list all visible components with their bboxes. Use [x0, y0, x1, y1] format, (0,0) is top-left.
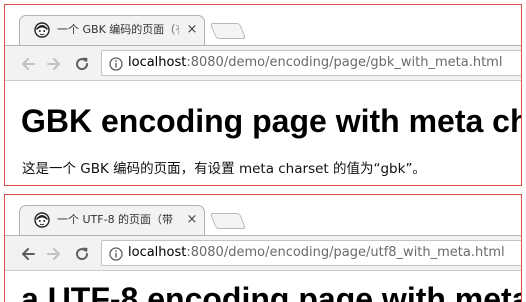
- address-bar[interactable]: localhost:8080/demo/encoding/page/gbk_wi…: [101, 50, 521, 76]
- address-bar[interactable]: localhost:8080/demo/encoding/page/utf8_w…: [101, 240, 521, 266]
- user-face-icon: [34, 212, 50, 228]
- user-face-icon: [34, 22, 50, 38]
- url-path: :8080/demo/encoding/page/utf8_with_meta.…: [186, 245, 505, 260]
- new-tab-button[interactable]: [209, 23, 247, 39]
- tab-close-icon[interactable]: ×: [185, 212, 199, 227]
- reload-icon[interactable]: [73, 245, 91, 263]
- tab-title: 一个 GBK 编码的页面（有: [57, 23, 179, 36]
- info-icon[interactable]: [109, 56, 123, 71]
- tab-title-fade: [170, 19, 184, 39]
- url-host: localhost: [128, 55, 187, 70]
- new-tab-button[interactable]: [209, 213, 247, 229]
- page-content: GBK encoding page with meta charset 这是一个…: [5, 81, 521, 185]
- page-heading: GBK encoding page with meta charset: [21, 103, 521, 139]
- url-text: localhost:8080/demo/encoding/page/utf8_w…: [128, 245, 505, 261]
- reload-icon[interactable]: [73, 55, 91, 73]
- back-arrow-icon[interactable]: [19, 245, 37, 263]
- url-path: :8080/demo/encoding/page/gbk_with_meta.h…: [186, 55, 503, 70]
- tab-strip: 一个 UTF-8 的页面（带 ×: [5, 195, 521, 235]
- browser-toolbar: localhost:8080/demo/encoding/page/gbk_wi…: [5, 45, 521, 81]
- url-text: localhost:8080/demo/encoding/page/gbk_wi…: [128, 55, 502, 71]
- page-heading: a UTF-8 encoding page with meta charset: [21, 281, 521, 302]
- page-paragraph: 这是一个 GBK 编码的页面，有设置 meta charset 的值为“gbk”…: [22, 161, 426, 177]
- browser-tab[interactable]: 一个 UTF-8 的页面（带 ×: [19, 205, 205, 235]
- tab-title: 一个 UTF-8 的页面（带: [57, 213, 174, 226]
- forward-arrow-icon[interactable]: [45, 55, 63, 73]
- tab-close-icon[interactable]: ×: [185, 22, 199, 37]
- browser-tab[interactable]: 一个 GBK 编码的页面（有 ×: [19, 15, 205, 45]
- back-arrow-icon[interactable]: [19, 55, 37, 73]
- info-icon[interactable]: [109, 246, 123, 261]
- page-content: a UTF-8 encoding page with meta charset: [5, 271, 521, 302]
- browser-window-utf8: 一个 UTF-8 的页面（带 × localhost:8080/demo/enc…: [4, 194, 522, 302]
- url-host: localhost: [128, 245, 187, 260]
- tab-strip: 一个 GBK 编码的页面（有 ×: [5, 5, 521, 45]
- forward-arrow-icon[interactable]: [45, 245, 63, 263]
- tab-title-fade: [170, 209, 184, 229]
- browser-toolbar: localhost:8080/demo/encoding/page/utf8_w…: [5, 235, 521, 271]
- browser-window-gbk: 一个 GBK 编码的页面（有 × localhost:8080/demo/enc…: [4, 4, 522, 186]
